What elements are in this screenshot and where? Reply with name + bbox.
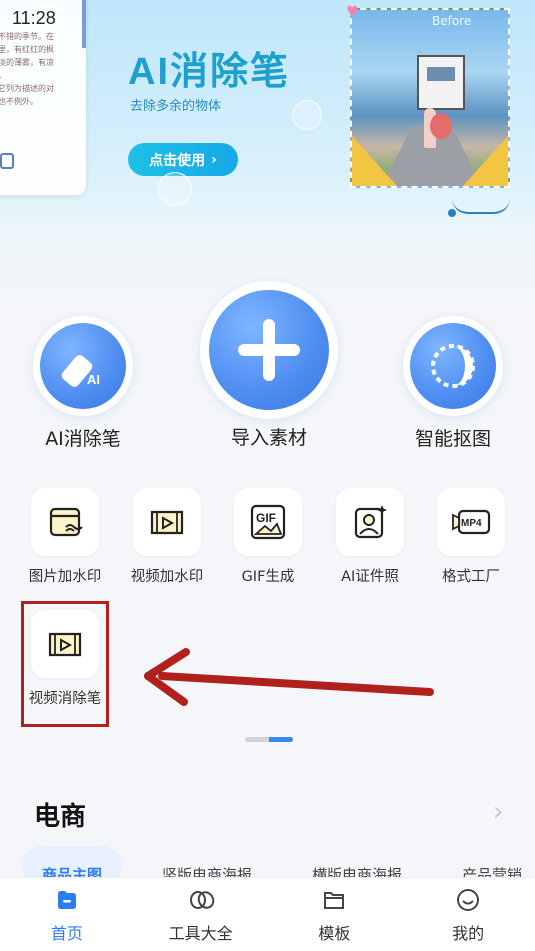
before-photo (350, 8, 510, 188)
nav-tools[interactable]: 工具大全 (134, 878, 268, 951)
nav-home[interactable]: 首页 (0, 878, 134, 951)
tool-video-watermark[interactable]: 视频加水印 (117, 488, 217, 586)
nav-templates[interactable]: 模板 (268, 878, 402, 951)
eraser-icon: AI (40, 323, 126, 409)
card-text-line: 也不例外。 (0, 97, 38, 106)
tool-circle: AI (33, 316, 133, 416)
card-text-line: 它列为描述的对 (0, 84, 54, 93)
cta-label: 点击使用 (149, 152, 206, 169)
gif-icon: GIF (250, 504, 286, 540)
section-title: 电商 (34, 802, 87, 832)
balloon-image (430, 113, 452, 139)
before-label: Before (432, 14, 472, 28)
tool-label: AI证件照 (341, 569, 399, 585)
tools-icon (189, 888, 214, 912)
promo-banner[interactable]: After 不错的季节。在 里，有红红的枫 淡的薄雾，有凉 。 它列为描述的对 … (0, 0, 535, 300)
tool-box: GIF (234, 488, 302, 556)
tool-box (133, 488, 201, 556)
gif-glyph: GIF (256, 511, 276, 525)
chevron-right-icon: › (211, 151, 217, 168)
nav-label: 模板 (318, 924, 351, 943)
tool-gif-maker[interactable]: GIF GIF生成 (218, 488, 318, 586)
banner-title: AI消除笔 (128, 51, 291, 93)
tool-label: 智能抠图 (414, 428, 491, 450)
grass-image (463, 136, 508, 186)
banner-subtitle: 去除多余的物体 (130, 99, 222, 114)
tool-ai-id-photo[interactable]: AI证件照 (320, 488, 420, 586)
plus-icon (209, 290, 329, 410)
pointer-arrow-icon (144, 648, 434, 706)
curve-arrow-icon (448, 198, 510, 217)
mp4-glyph: MP4 (461, 518, 482, 529)
tool-box: MP4 (437, 488, 505, 556)
cutout-icon (410, 323, 496, 409)
nav-label: 工具大全 (168, 924, 233, 943)
tool-label: AI消除笔 (45, 428, 121, 450)
card-text-line: 淡的薄雾，有凉 (0, 58, 54, 67)
cta-button[interactable]: 点击使用 › (128, 143, 238, 176)
tool-box (31, 488, 99, 556)
card-text-line: 。 (0, 69, 80, 82)
tool-image-watermark[interactable]: 图片加水印 (15, 488, 115, 586)
nav-label: 我的 (452, 924, 485, 943)
bubble-decoration (292, 100, 322, 130)
tool-smart-cutout[interactable]: 智能抠图 (398, 316, 508, 451)
page-indicator (245, 737, 293, 742)
image-watermark-icon (49, 507, 83, 537)
bubble-decoration (158, 172, 192, 206)
nav-mine[interactable]: 我的 (401, 878, 535, 951)
svg-text:AI: AI (87, 372, 100, 387)
mp4-icon: MP4 (452, 509, 491, 535)
heart-icon: ♥ (346, 4, 359, 20)
tool-ai-eraser[interactable]: AI AI消除笔 (28, 316, 138, 451)
tool-circle (403, 316, 503, 416)
home-icon (55, 888, 79, 912)
house-image (417, 55, 465, 110)
tool-label: 图片加水印 (28, 569, 102, 585)
page-dot (245, 737, 269, 742)
tool-box (336, 488, 404, 556)
grass-image (352, 136, 397, 186)
id-photo-icon (354, 505, 387, 539)
nav-label: 首页 (50, 924, 83, 943)
folder-icon (322, 888, 346, 912)
tool-label: 格式工厂 (442, 569, 500, 585)
bottom-nav: 首页 工具大全 模板 我的 (0, 877, 535, 951)
tool-label: 导入素材 (230, 427, 307, 449)
before-after-card: After 不错的季节。在 里，有红红的枫 淡的薄雾，有凉 。 它列为描述的对 … (0, 0, 86, 195)
card-text-line: 不错的季节。在 (0, 32, 54, 41)
highlight-box (21, 601, 109, 727)
status-time: 11:28 (12, 8, 56, 28)
page-dot-active (269, 737, 293, 742)
card-text-line: 里，有红红的枫 (0, 45, 54, 54)
tool-import-material[interactable]: 导入素材 (198, 281, 340, 450)
card-strip (82, 0, 86, 48)
document-icon (0, 153, 14, 169)
tool-label: 视频加水印 (130, 569, 204, 585)
tool-format-factory[interactable]: MP4 格式工厂 (421, 488, 521, 586)
smile-icon (456, 888, 480, 912)
tool-circle (200, 281, 338, 419)
video-watermark-icon (150, 510, 184, 535)
chevron-right-icon[interactable]: › (493, 797, 503, 827)
tool-label: GIF生成 (241, 569, 295, 585)
